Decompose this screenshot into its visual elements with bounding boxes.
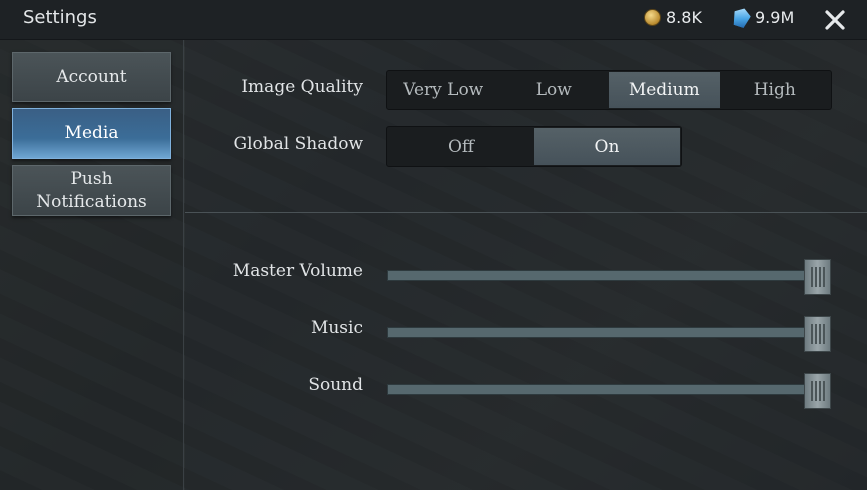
image-quality-medium[interactable]: Medium [609,72,720,108]
image-quality-selector: Very Low Low Medium High [386,70,832,110]
slider-track [387,327,806,338]
sound-slider[interactable] [387,373,831,409]
slider-track [387,270,806,281]
slider-handle[interactable] [804,373,831,409]
gem-value: 9.9M [755,8,795,27]
music-slider[interactable] [387,316,831,352]
sidebar-item-media[interactable]: Media [12,108,171,159]
image-quality-low[interactable]: Low [499,72,610,108]
section-divider [185,212,867,213]
gem-icon [730,6,752,29]
sidebar-item-account[interactable]: Account [12,52,171,102]
music-label: Music [310,318,363,338]
slider-track [387,384,806,395]
sidebar-item-label: Media [64,123,119,144]
sidebar-item-label: Account [56,66,127,87]
image-quality-very-low[interactable]: Very Low [388,72,499,108]
slider-handle[interactable] [804,259,831,295]
image-quality-high[interactable]: High [720,72,831,108]
master-volume-slider[interactable] [387,259,831,295]
close-button[interactable] [821,6,849,34]
image-quality-label: Image Quality [241,77,363,97]
global-shadow-on[interactable]: On [534,128,680,165]
page-title: Settings [23,7,97,28]
media-settings-panel: Image Quality Very Low Low Medium High G… [185,40,867,490]
global-shadow-toggle: Off On [386,126,682,167]
gem-counter: 9.9M [733,8,794,27]
global-shadow-label: Global Shadow [233,134,363,154]
sidebar: Account Media Push Notifications [0,40,184,490]
coin-counter: 8.8K [644,8,702,27]
sidebar-item-push-notifications[interactable]: Push Notifications [12,165,171,216]
slider-handle[interactable] [804,316,831,352]
top-bar: Settings 8.8K 9.9M [0,0,867,40]
coin-icon [644,9,661,26]
global-shadow-off[interactable]: Off [388,128,534,165]
close-icon [825,10,845,30]
sound-label: Sound [308,375,363,395]
master-volume-label: Master Volume [232,261,363,281]
coin-value: 8.8K [666,8,702,27]
sidebar-item-label: Push Notifications [36,169,147,212]
